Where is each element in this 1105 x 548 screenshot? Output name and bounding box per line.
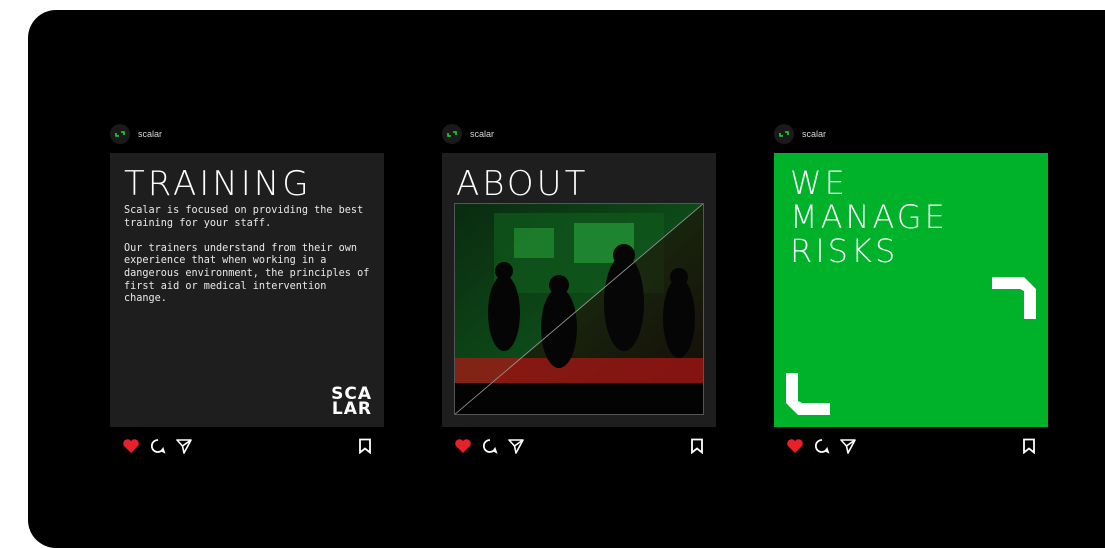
heart-icon[interactable]: [122, 438, 140, 454]
post-title: TRAINING: [124, 164, 312, 204]
post-title: ABOUT: [456, 164, 589, 204]
share-icon[interactable]: [840, 438, 856, 454]
corner-bracket-bottom-icon: [786, 373, 830, 415]
post-header[interactable]: scalar: [774, 122, 826, 146]
post-actions: [122, 438, 372, 456]
logo-mark-icon: [447, 131, 457, 137]
share-icon[interactable]: [508, 438, 524, 454]
comment-icon[interactable]: [150, 438, 166, 454]
avatar[interactable]: [110, 124, 130, 144]
username[interactable]: scalar: [802, 129, 826, 139]
operations-room-photo: [454, 203, 704, 415]
post-title-line: RISKS: [790, 232, 899, 270]
paragraph: Our trainers understand from their own e…: [124, 242, 370, 305]
avatar[interactable]: [774, 124, 794, 144]
post-actions: [786, 438, 1036, 456]
post-image-about[interactable]: ABOUT: [442, 153, 716, 427]
logo-mark-icon: [779, 131, 789, 137]
share-icon[interactable]: [176, 438, 192, 454]
bookmark-icon[interactable]: [358, 438, 372, 454]
bookmark-icon[interactable]: [690, 438, 704, 454]
paragraph: Scalar is focused on providing the best …: [124, 205, 364, 229]
heart-icon[interactable]: [786, 438, 804, 454]
comment-icon[interactable]: [482, 438, 498, 454]
comment-icon[interactable]: [814, 438, 830, 454]
bookmark-icon[interactable]: [1022, 438, 1036, 454]
post-image-training[interactable]: TRAINING Scalar is focused on providing …: [110, 153, 384, 427]
corner-bracket-top-icon: [992, 277, 1036, 319]
post-header[interactable]: scalar: [110, 122, 162, 146]
post-body: Scalar is focused on providing the best …: [124, 205, 372, 318]
post-header[interactable]: scalar: [442, 122, 494, 146]
logo-line: LAR: [331, 399, 372, 419]
logo-mark-icon: [115, 131, 125, 137]
post-title-line: MANAGE: [790, 198, 948, 236]
username[interactable]: scalar: [138, 129, 162, 139]
feed-canvas: scalar TRAINING Scalar is focused on pro…: [28, 10, 1105, 548]
username[interactable]: scalar: [470, 129, 494, 139]
avatar[interactable]: [442, 124, 462, 144]
post-title-line: WE: [790, 164, 848, 202]
heart-icon[interactable]: [454, 438, 472, 454]
post-actions: [454, 438, 704, 456]
scalar-logo: SCA LAR: [331, 386, 372, 419]
post-image-manage-risks[interactable]: WE MANAGE RISKS: [774, 153, 1048, 427]
